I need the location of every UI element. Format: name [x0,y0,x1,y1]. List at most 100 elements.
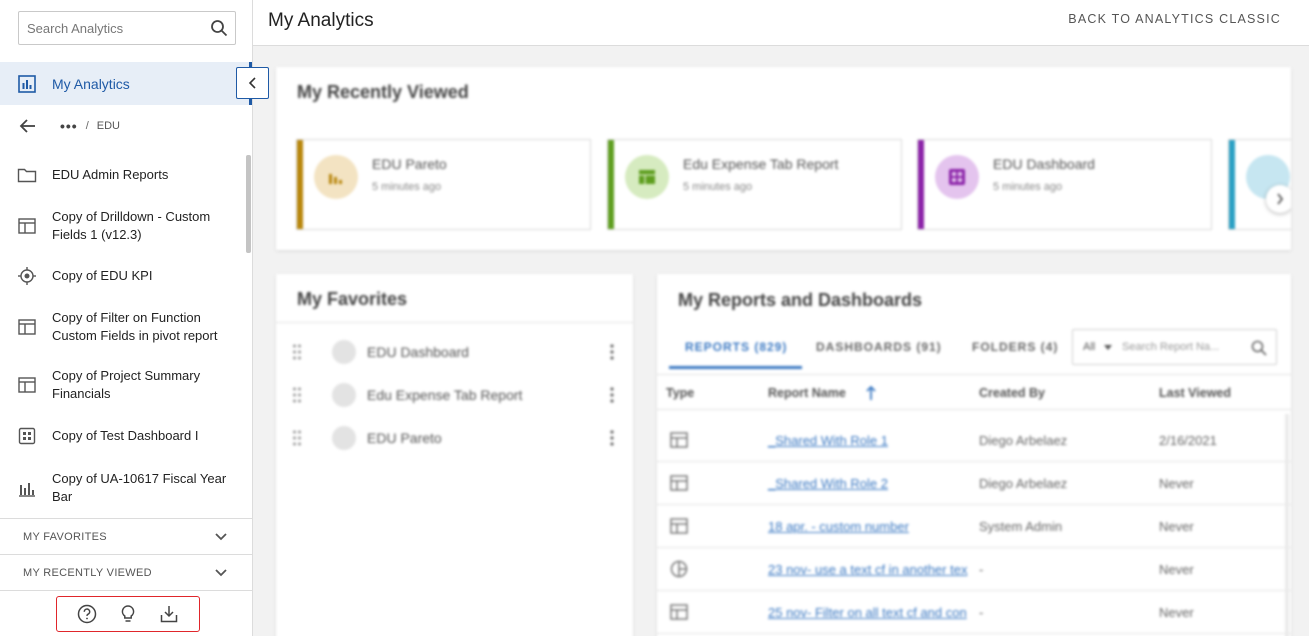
breadcrumb: ••• / EDU [0,110,252,142]
table-row[interactable]: 18 apr. - custom number System Admin Nev… [657,505,1291,548]
column-report-name[interactable]: Report Name [768,386,846,400]
section-my-recently-viewed[interactable]: MY RECENTLY VIEWED [0,554,252,590]
table-report-icon [18,217,36,234]
active-tab-indicator [669,366,802,369]
nav-my-analytics[interactable]: My Analytics [0,62,252,105]
tile-accent-bar [608,140,614,229]
list-item-label: Copy of Filter on Function Custom Fields… [52,310,218,343]
tile-accent-bar [918,140,924,229]
more-options-icon[interactable] [610,430,614,446]
report-name-link[interactable]: 25 nov- Filter on all text cf and con [768,605,967,620]
chevron-down-icon [215,532,227,540]
favorite-name: EDU Dashboard [367,344,469,360]
pareto-chart-icon [332,426,356,450]
table-report-icon [670,518,688,534]
drag-handle-icon[interactable] [292,344,302,360]
recent-tile[interactable]: Edu Expense Tab Report 5 minutes ago [607,139,902,230]
carousel-next-button[interactable] [1266,185,1291,213]
lightbulb-icon[interactable] [118,604,138,624]
created-by-cell: Diego Arbelaez [979,476,1068,491]
search-analytics-input[interactable] [19,12,199,44]
help-icon[interactable] [77,604,97,624]
drag-handle-icon[interactable] [292,387,302,403]
back-arrow-icon[interactable] [19,117,37,135]
sort-ascending-icon[interactable] [866,385,876,401]
filter-select[interactable]: All [1083,341,1095,353]
last-viewed-cell: 2/16/2021 [1159,433,1217,448]
favorite-item[interactable]: EDU Pareto [276,423,633,453]
favorites-title: My Favorites [297,289,408,309]
drag-handle-icon[interactable] [292,430,302,446]
created-by-cell: - [979,605,984,620]
list-item[interactable]: Copy of Project Summary Financials [0,355,246,415]
column-type[interactable]: Type [666,386,694,400]
table-report-icon [18,377,36,393]
last-viewed-cell: Never [1159,476,1194,491]
table-report-icon [639,170,655,184]
tab-dashboards[interactable]: DASHBOARDS (91) [816,340,942,354]
sidebar-scrollbar[interactable] [246,155,251,253]
sidebar: My Analytics ••• / EDU EDU Admin Reports… [0,0,253,636]
bar-chart-icon [19,483,35,497]
section-my-favorites[interactable]: MY FAVORITES [0,518,252,554]
list-item-label: EDU Admin Reports [52,167,169,182]
report-search-box[interactable]: All Search Report Na... [1072,329,1277,365]
search-analytics-box[interactable] [18,11,236,45]
breadcrumb-current: EDU [96,120,121,132]
list-item[interactable]: Copy of Test Dashboard I [0,415,246,457]
favorites-divider [276,322,633,323]
last-viewed-cell: Never [1159,519,1194,534]
tab-reports[interactable]: REPORTS (829) [685,340,787,354]
recent-tile[interactable]: EDU Dashboard 5 minutes ago [917,139,1212,230]
report-name-link[interactable]: _Shared With Role 1 [768,433,888,448]
list-item-label: Copy of Drilldown - Custom Fields 1 (v12… [52,208,211,242]
table-scrollbar[interactable] [1285,414,1289,636]
tile-icon-circle [935,155,979,199]
report-name-link[interactable]: _Shared With Role 2 [768,476,888,491]
reports-dashboards-title: My Reports and Dashboards [678,290,923,310]
table-row[interactable]: _Shared With Role 1 Diego Arbelaez 2/16/… [657,419,1291,462]
search-icon[interactable] [210,19,228,37]
tile-name: EDU Dashboard [993,156,1095,172]
tile-time: 5 minutes ago [372,181,442,193]
breadcrumb-separator: / [85,120,89,132]
recent-tile[interactable]: EDU Pareto 5 minutes ago [296,139,591,230]
report-search-input[interactable]: Search Report Na... [1122,341,1219,353]
page-title: My Analytics [268,10,374,31]
more-options-icon[interactable] [610,387,614,403]
list-item[interactable]: Copy of Filter on Function Custom Fields… [0,299,246,355]
list-item[interactable]: Copy of UA-10617 Fiscal Year Bar [0,457,246,519]
dashboard-icon [332,340,356,364]
list-item[interactable]: EDU Admin Reports [0,152,246,198]
list-item[interactable]: Copy of Drilldown - Custom Fields 1 (v12… [0,198,246,253]
table-header: Type Report Name Created By Last Viewed [657,374,1291,410]
favorite-item[interactable]: Edu Expense Tab Report [276,380,633,410]
back-to-classic-link[interactable]: BACK TO ANALYTICS CLASSIC [1068,12,1281,26]
more-options-icon[interactable] [610,344,614,360]
column-last-viewed[interactable]: Last Viewed [1159,386,1231,400]
search-icon[interactable] [1251,340,1267,356]
report-name-link[interactable]: 23 nov- use a text cf in another tex [768,562,967,577]
tile-icon-circle [314,155,358,199]
folder-icon [17,168,37,183]
list-item[interactable]: Copy of EDU KPI [0,253,246,299]
list-item-label: Copy of EDU KPI [52,268,153,283]
column-created-by[interactable]: Created By [979,386,1045,400]
table-row[interactable]: _Shared With Role 2 Diego Arbelaez Never [657,462,1291,505]
download-icon[interactable] [159,604,179,624]
favorite-name: EDU Pareto [367,430,442,446]
kpi-target-icon [18,267,36,285]
collapse-sidebar-button[interactable] [236,67,269,99]
table-row[interactable]: 23 nov- use a text cf in another tex - N… [657,548,1291,591]
tab-folders[interactable]: FOLDERS (4) [972,340,1058,354]
favorite-name: Edu Expense Tab Report [367,387,523,403]
created-by-cell: Diego Arbelaez [979,433,1068,448]
breadcrumb-ellipsis[interactable]: ••• [60,118,78,134]
tile-accent-bar [1229,140,1235,229]
recently-viewed-card: My Recently Viewed EDU Pareto 5 minutes … [276,67,1291,250]
favorite-item[interactable]: EDU Dashboard [276,337,633,367]
report-name-link[interactable]: 18 apr. - custom number [768,519,909,534]
pareto-chart-icon [329,174,342,184]
table-row[interactable]: 25 nov- Filter on all text cf and con - … [657,591,1291,634]
section-my-favorites-label: MY FAVORITES [23,530,107,543]
